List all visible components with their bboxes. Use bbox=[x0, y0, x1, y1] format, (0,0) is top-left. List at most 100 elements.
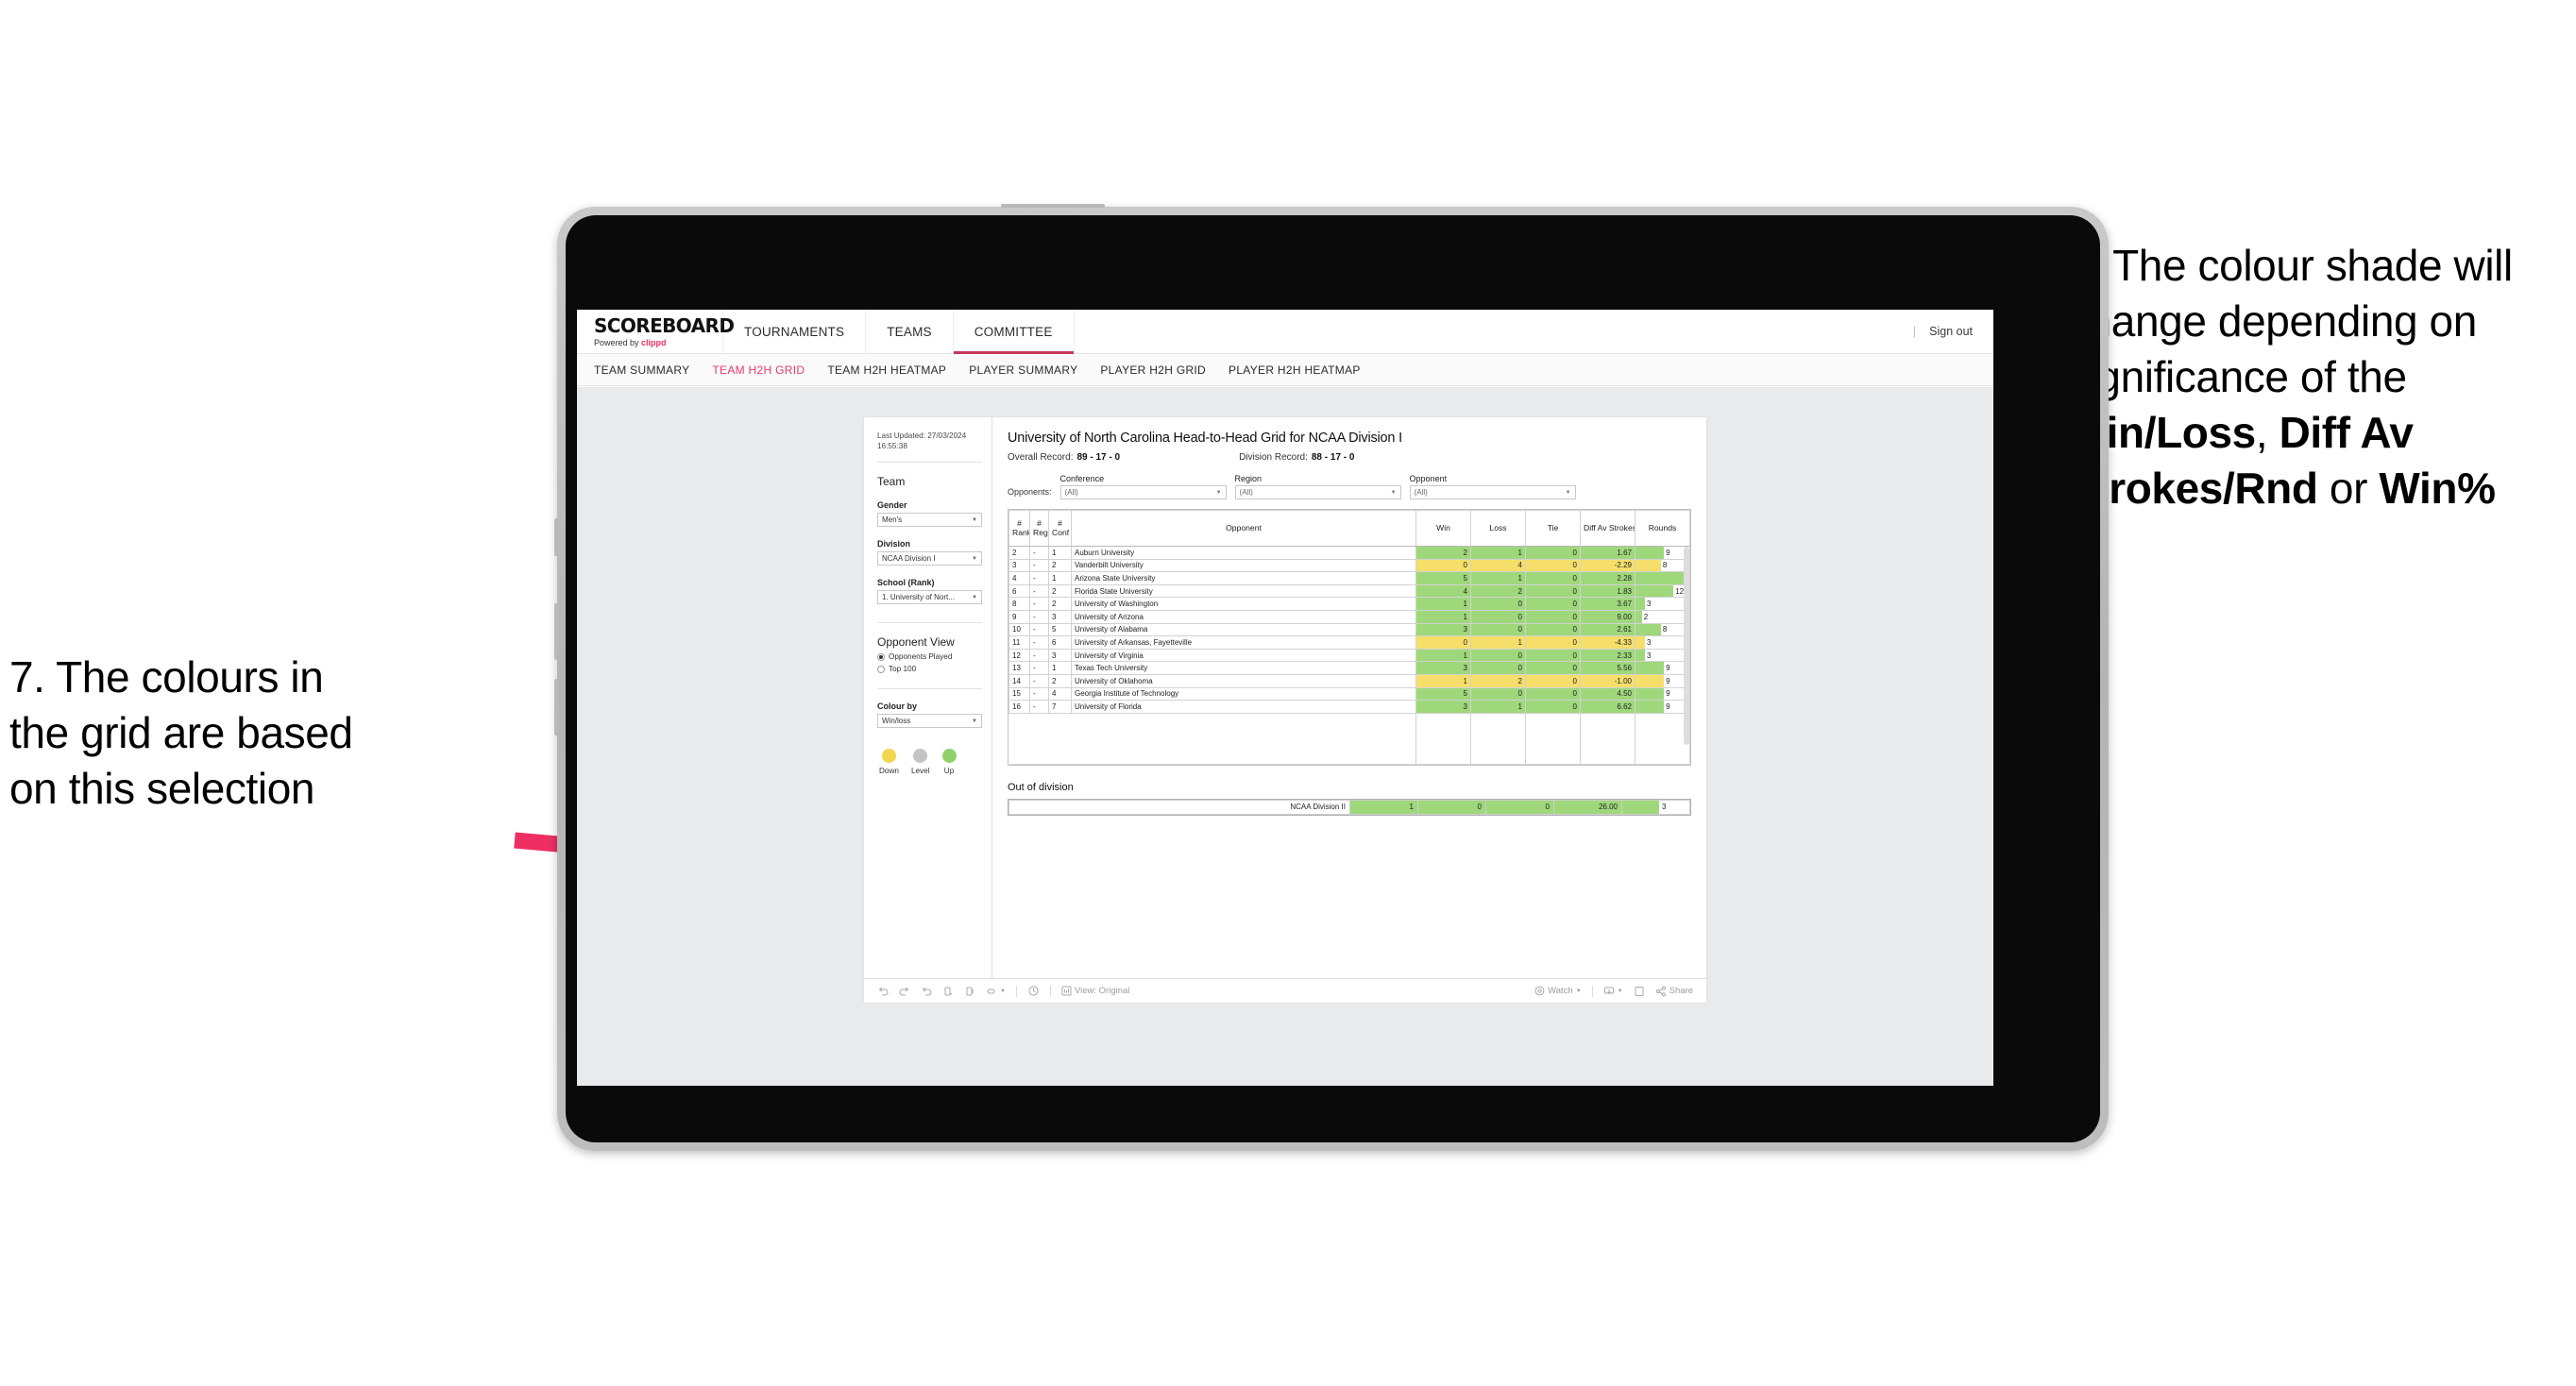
revert-icon[interactable] bbox=[921, 986, 932, 997]
filter-region: Region (All) ▼ bbox=[1234, 474, 1401, 499]
subnav-player-h2h-heatmap[interactable]: PLAYER H2H HEATMAP bbox=[1229, 363, 1361, 377]
division-record: Division Record: 88 - 17 - 0 bbox=[1239, 452, 1354, 463]
download-icon[interactable]: ▼ bbox=[1603, 986, 1623, 997]
chevron-down-icon: ▼ bbox=[1390, 489, 1397, 496]
opponents-label: Opponents: bbox=[1008, 487, 1052, 497]
cell-reg: - bbox=[1029, 583, 1049, 599]
cell-opponent: Vanderbilt University bbox=[1071, 558, 1416, 573]
radio-icon-unselected bbox=[877, 665, 885, 673]
filter-opponent-select[interactable]: (All) ▼ bbox=[1409, 485, 1576, 499]
colour-by-select[interactable]: Win/loss ▼ bbox=[877, 714, 982, 729]
sidebar-divider-2 bbox=[877, 622, 982, 624]
tablet-screen: SCOREBOARD Powered by clippd TOURNAMENTS… bbox=[566, 215, 2100, 1142]
legend-label-down: Down bbox=[879, 767, 899, 776]
cell-diff-av-strokes: -2.29 bbox=[1580, 558, 1635, 573]
cell-tie: 0 bbox=[1525, 546, 1581, 560]
table-row[interactable]: 4-1Arizona State University5102.2817 bbox=[1008, 571, 1690, 585]
signout-link[interactable]: Sign out bbox=[1929, 325, 1973, 338]
app-header: SCOREBOARD Powered by clippd TOURNAMENTS… bbox=[577, 310, 1993, 354]
cell-loss: 2 bbox=[1470, 673, 1526, 688]
history-icon[interactable] bbox=[1027, 985, 1040, 997]
blank-diff bbox=[1580, 712, 1635, 765]
radio-opponents-played-label: Opponents Played bbox=[889, 652, 953, 662]
out-of-division-tie: 0 bbox=[1485, 799, 1554, 815]
cell-rounds-value: 2 bbox=[1643, 612, 1649, 621]
col-win: Win bbox=[1415, 510, 1471, 547]
out-of-division-grid: NCAA Division II 1 0 0 26.00 3 bbox=[1008, 799, 1690, 815]
subnav-team-summary[interactable]: TEAM SUMMARY bbox=[594, 363, 689, 377]
overall-record-label: Overall Record: bbox=[1008, 452, 1074, 463]
logo-title: SCOREBOARD bbox=[594, 313, 735, 337]
division-select[interactable]: NCAA Division I ▼ bbox=[877, 551, 982, 566]
subscribe-icon[interactable]: ▼ bbox=[986, 986, 1006, 997]
fullscreen-icon[interactable] bbox=[1634, 986, 1645, 997]
cell-rounds-value: 9 bbox=[1666, 701, 1670, 711]
cell-rounds-value: 8 bbox=[1662, 625, 1668, 634]
filter-conference-select[interactable]: (All) ▼ bbox=[1059, 485, 1227, 499]
blank-tie bbox=[1525, 712, 1581, 765]
cell-opponent: University of Florida bbox=[1071, 700, 1416, 714]
app-logo[interactable]: SCOREBOARD Powered by clippd bbox=[577, 310, 735, 353]
nav-teams[interactable]: TEAMS bbox=[866, 310, 954, 353]
table-row[interactable]: 13-1 Texas Tech University 3 0 0 5.56 9 bbox=[1008, 661, 1690, 675]
watch-button[interactable]: Watch ▼ bbox=[1534, 986, 1582, 996]
cell-rank: 14 bbox=[1008, 673, 1030, 688]
cell-tie: 0 bbox=[1525, 686, 1581, 701]
refresh-icon[interactable] bbox=[942, 986, 954, 997]
cell-conf: 7 bbox=[1048, 700, 1072, 714]
table-row[interactable]: 14-2 University of Oklahoma 1 2 0 -1.00 9 bbox=[1008, 673, 1690, 688]
cell-win: 5 bbox=[1415, 686, 1471, 701]
nav-tournaments[interactable]: TOURNAMENTS bbox=[723, 310, 867, 353]
grid-scrollbar[interactable] bbox=[1684, 547, 1689, 745]
table-row[interactable]: 12-3 University of Virginia 1 0 0 2.33 3 bbox=[1008, 648, 1690, 663]
legend-dot-up bbox=[941, 749, 957, 764]
subnav-player-summary[interactable]: PLAYER SUMMARY bbox=[969, 363, 1077, 377]
redo-icon[interactable] bbox=[899, 986, 910, 997]
table-row[interactable]: 2-1 Auburn University 2 1 0 1.67 9 bbox=[1008, 546, 1690, 560]
cell-loss: 0 bbox=[1470, 622, 1526, 637]
table-row[interactable]: 16-7 University of Florida 3 1 0 6.62 9 bbox=[1008, 700, 1690, 714]
table-row[interactable]: 15-4 Georgia Institute of Technology 5 0 0 4.… bbox=[1008, 686, 1690, 701]
nav-committee[interactable]: COMMITTEE bbox=[953, 310, 1075, 354]
table-row[interactable]: 11-6 University of Arkansas, Fayetteville… bbox=[1008, 635, 1690, 650]
subnav-player-h2h-grid[interactable]: PLAYER H2H GRID bbox=[1100, 363, 1206, 377]
watch-label: Watch bbox=[1548, 986, 1573, 996]
cell-reg: - bbox=[1029, 546, 1049, 560]
cell-tie: 0 bbox=[1525, 583, 1581, 599]
table-row[interactable]: 3-2 Vanderbilt University 0 4 0 -2.29 8 bbox=[1008, 558, 1690, 573]
out-of-division-win: 1 bbox=[1349, 799, 1418, 815]
view-original-button[interactable]: View: Original bbox=[1061, 986, 1129, 996]
table-row[interactable]: 6-2 Florida State University 4 2 0 1.83 12 bbox=[1008, 583, 1690, 599]
cell-rounds: 9 bbox=[1635, 661, 1690, 675]
visualization-panel: Last Updated: 27/03/2024 16:55:38 Team G… bbox=[864, 417, 1706, 1003]
cell-diff-av-strokes: 2.28 bbox=[1580, 571, 1635, 585]
radio-icon-selected bbox=[877, 652, 885, 661]
cell-opponent: University of Arkansas, Fayetteville bbox=[1071, 635, 1416, 650]
gender-select[interactable]: Men's ▼ bbox=[877, 513, 982, 528]
pause-icon[interactable] bbox=[964, 986, 975, 997]
out-of-division-label: NCAA Division II bbox=[1008, 799, 1350, 815]
subnav-team-h2h-heatmap[interactable]: TEAM H2H HEATMAP bbox=[827, 363, 946, 377]
cell-rounds: 9 bbox=[1635, 686, 1690, 701]
cell-win: 0 bbox=[1415, 558, 1471, 573]
cell-diff-av-strokes: 2.61 bbox=[1580, 622, 1635, 637]
table-row[interactable]: 9-3 University of Arizona 1 0 0 9.00 2 bbox=[1008, 609, 1690, 624]
cell-rounds: 17 bbox=[1635, 571, 1690, 585]
filter-region-select[interactable]: (All) ▼ bbox=[1234, 485, 1401, 499]
sidebar-divider-3 bbox=[877, 688, 982, 690]
table-row[interactable]: 8-2 University of Washington 1 0 0 3.67 3 bbox=[1008, 597, 1690, 611]
cell-tie: 0 bbox=[1525, 597, 1581, 611]
radio-top-100[interactable]: Top 100 bbox=[877, 665, 982, 673]
undo-icon[interactable] bbox=[877, 986, 889, 997]
out-of-division-loss: 0 bbox=[1417, 799, 1486, 815]
annotation-right-mid-1: , bbox=[2255, 407, 2279, 457]
page-title: University of North Carolina Head-to-Hea… bbox=[1008, 431, 1402, 446]
cell-opponent: University of Arizona bbox=[1071, 609, 1416, 624]
cell-loss: 0 bbox=[1470, 648, 1526, 663]
table-row[interactable]: 10-5 University of Alabama 3 0 0 2.61 8 bbox=[1008, 622, 1690, 637]
radio-opponents-played[interactable]: Opponents Played bbox=[877, 652, 982, 661]
cell-diff-av-strokes: 4.50 bbox=[1580, 686, 1635, 701]
school-select[interactable]: 1. University of Nort... ▼ bbox=[877, 590, 982, 605]
subnav-team-h2h-grid[interactable]: TEAM H2H GRID bbox=[712, 363, 805, 377]
share-button[interactable]: Share bbox=[1655, 986, 1693, 997]
